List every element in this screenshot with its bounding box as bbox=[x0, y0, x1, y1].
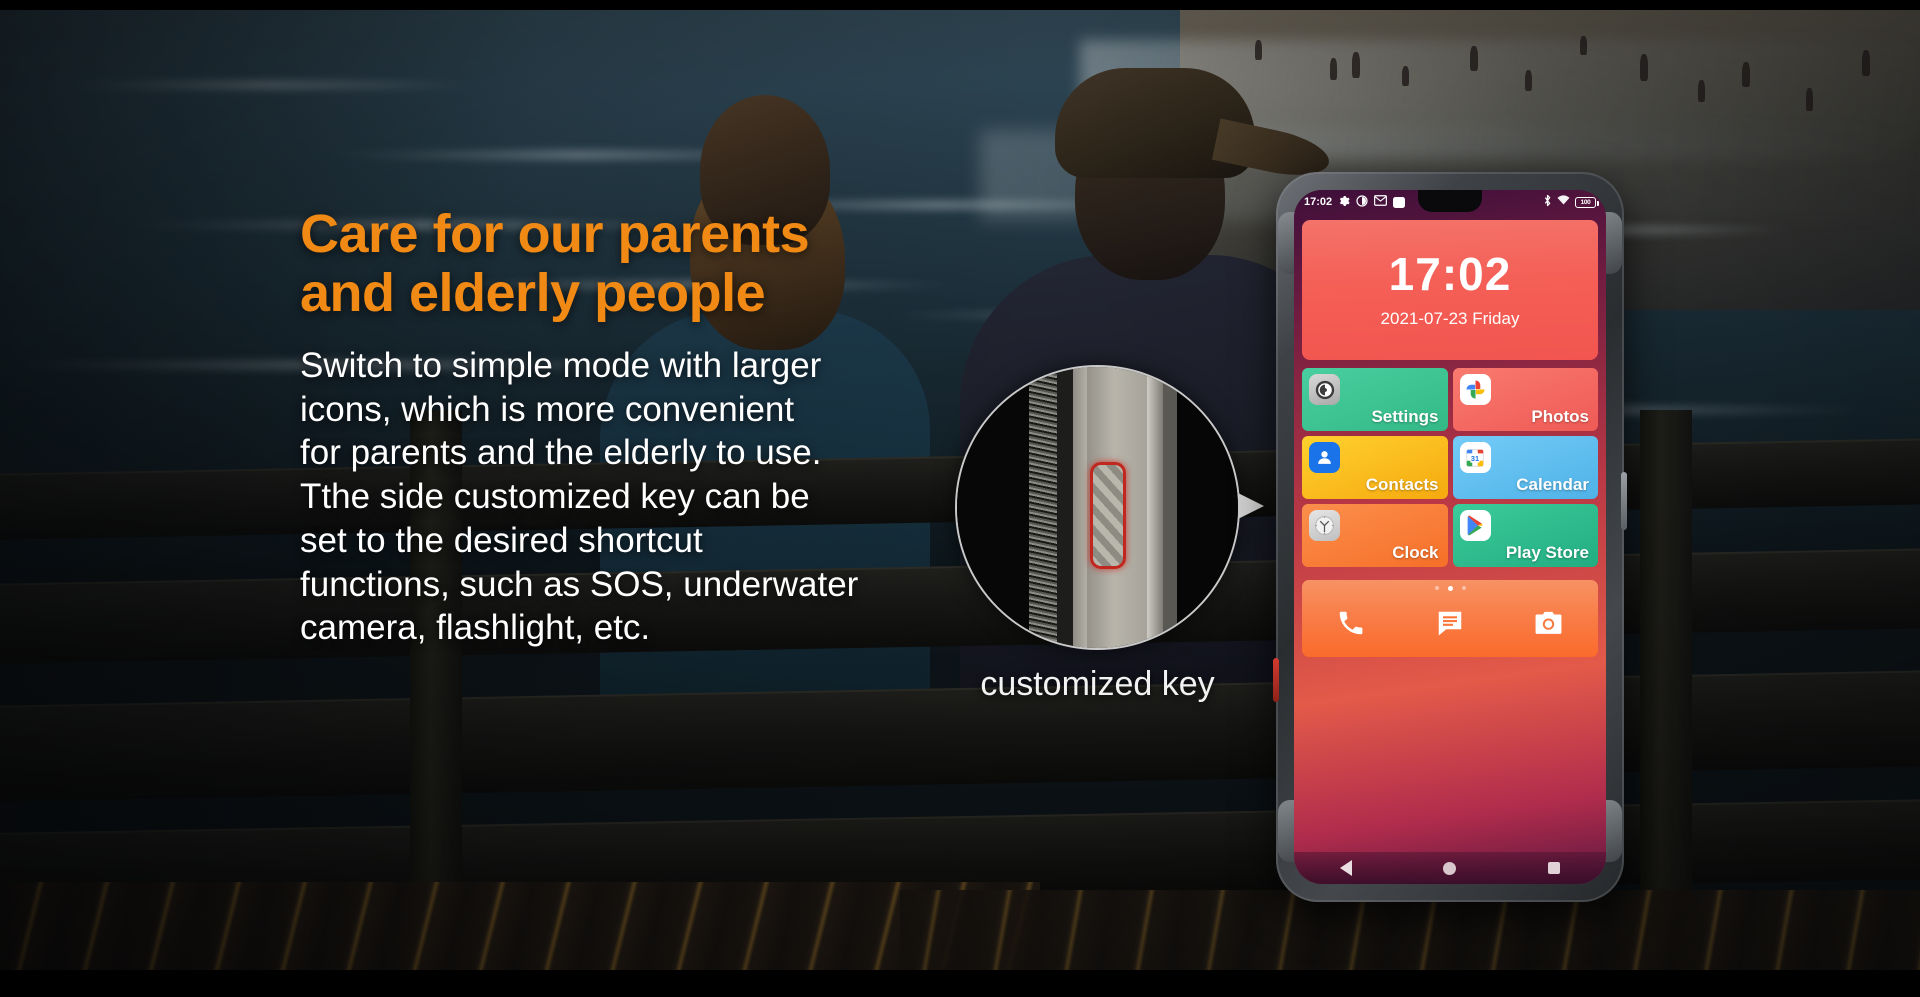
body-paragraph: Switch to simple mode with larger icons,… bbox=[300, 344, 940, 650]
phone-customized-key-button[interactable] bbox=[1273, 658, 1279, 702]
distant-person bbox=[1698, 80, 1705, 102]
status-bar-left: 17:02 bbox=[1304, 194, 1406, 210]
app-tile-label: Clock bbox=[1392, 543, 1439, 562]
wifi-icon bbox=[1557, 195, 1570, 209]
body-line: set to the desired shortcut bbox=[300, 520, 703, 560]
page-dot[interactable] bbox=[1434, 586, 1439, 590]
clock-widget-time: 17:02 bbox=[1388, 248, 1512, 300]
mail-icon bbox=[1374, 195, 1388, 209]
dock-icon-row bbox=[1302, 598, 1598, 648]
status-bar: 17:02 100 bbox=[1294, 190, 1606, 214]
distant-person bbox=[1742, 62, 1750, 87]
app-tile-contacts[interactable]: Contacts bbox=[1302, 436, 1448, 499]
letterbox-bottom bbox=[0, 970, 1920, 997]
distant-person bbox=[1862, 50, 1870, 76]
google-calendar-icon: 31 bbox=[1459, 442, 1491, 473]
phone-grip-texture bbox=[1029, 367, 1057, 648]
app-tile-settings[interactable]: Settings bbox=[1302, 368, 1448, 431]
distant-person bbox=[1806, 88, 1813, 111]
magnifier-bg-dark-right bbox=[1177, 367, 1238, 648]
magnifier-callout: customized key bbox=[955, 365, 1264, 703]
headline-line-1: Care for our parents bbox=[300, 204, 810, 264]
analog-clock-icon bbox=[1309, 510, 1340, 541]
google-play-icon bbox=[1459, 510, 1491, 541]
magnifier-caption: customized key bbox=[980, 665, 1215, 703]
brightness-icon bbox=[1356, 194, 1368, 210]
app-tile-label: Contacts bbox=[1365, 475, 1439, 494]
app-tile-play-store[interactable]: Play Store bbox=[1452, 504, 1598, 567]
phone-frame-rear bbox=[1163, 367, 1177, 648]
phone-power-button[interactable] bbox=[1621, 472, 1627, 530]
headline-line-2: and elderly people bbox=[300, 263, 766, 324]
page-dot-active[interactable] bbox=[1447, 586, 1453, 591]
distant-person bbox=[1352, 52, 1360, 78]
contacts-person-icon bbox=[1309, 442, 1340, 473]
messages-icon[interactable] bbox=[1430, 603, 1470, 643]
bluetooth-icon bbox=[1543, 194, 1552, 210]
phone-frame-bevel bbox=[1073, 367, 1087, 648]
app-tile-label: Settings bbox=[1371, 407, 1439, 426]
settings-gear-icon bbox=[1309, 374, 1340, 405]
clock-widget-date: 2021-07-23 Friday bbox=[1380, 309, 1520, 328]
letterbox-top bbox=[0, 0, 1920, 10]
phone-device: 17:02 100 17:02 2021-07-23 Friday Settin… bbox=[1273, 172, 1627, 902]
app-tile-clock[interactable]: Clock bbox=[1302, 504, 1448, 567]
body-line: Switch to simple mode with larger bbox=[300, 345, 822, 385]
distant-person bbox=[1470, 46, 1478, 71]
page-dot[interactable] bbox=[1461, 586, 1466, 590]
page-title: Care for our parents and elderly people bbox=[300, 204, 940, 324]
home-icon[interactable] bbox=[1443, 861, 1457, 875]
status-bar-time: 17:02 bbox=[1304, 196, 1333, 208]
clock-widget[interactable]: 17:02 2021-07-23 Friday bbox=[1302, 220, 1598, 360]
back-icon[interactable] bbox=[1339, 860, 1352, 876]
app-tile-photos[interactable]: Photos bbox=[1452, 368, 1598, 431]
app-square-icon bbox=[1393, 196, 1406, 208]
distant-person bbox=[1330, 58, 1337, 80]
distant-person bbox=[1255, 40, 1262, 60]
android-nav-bar bbox=[1294, 852, 1606, 884]
magnifier-circle bbox=[955, 365, 1240, 650]
body-line: for parents and the elderly to use. bbox=[300, 433, 822, 473]
distant-person bbox=[1402, 66, 1409, 86]
body-line: camera, flashlight, etc. bbox=[300, 608, 651, 648]
google-photos-icon bbox=[1459, 374, 1491, 405]
railing-post bbox=[1640, 410, 1692, 970]
wave-line bbox=[60, 80, 480, 90]
app-tile-label: Calendar bbox=[1516, 475, 1589, 494]
body-line: Tthe side customized key can be bbox=[300, 477, 810, 517]
distant-person bbox=[1640, 54, 1648, 81]
distant-person bbox=[1580, 36, 1587, 55]
magnifier-pointer-icon bbox=[1238, 493, 1264, 519]
phone-frame-gap bbox=[1057, 367, 1073, 648]
svg-text:31: 31 bbox=[1471, 453, 1479, 462]
app-tile-calendar[interactable]: 31 Calendar bbox=[1452, 436, 1598, 499]
phone-icon[interactable] bbox=[1331, 603, 1371, 643]
phone-screen: 17:02 100 17:02 2021-07-23 Friday Settin… bbox=[1294, 190, 1606, 884]
recents-icon[interactable] bbox=[1548, 862, 1561, 874]
deck-planks-right bbox=[900, 890, 1920, 970]
body-line: functions, such as SOS, underwater bbox=[300, 564, 859, 604]
customized-key-highlight[interactable] bbox=[1090, 462, 1126, 569]
marketing-copy: Care for our parents and elderly people … bbox=[300, 204, 940, 650]
gear-icon bbox=[1338, 195, 1350, 210]
deck-planks-left bbox=[0, 882, 1040, 970]
app-tile-grid: Settings Photos Contacts 31 Calendar Clo… bbox=[1302, 368, 1598, 567]
app-tile-label: Photos bbox=[1531, 407, 1589, 426]
status-bar-right: 100 bbox=[1543, 194, 1599, 210]
magnifier-bg-dark bbox=[957, 367, 1029, 648]
phone-frame-edge bbox=[1147, 367, 1163, 648]
app-dock bbox=[1302, 580, 1598, 657]
battery-icon: 100 bbox=[1575, 196, 1599, 208]
page-indicator-dots bbox=[1302, 586, 1598, 591]
body-line: icons, which is more convenient bbox=[300, 389, 795, 429]
camera-icon[interactable] bbox=[1529, 603, 1569, 643]
distant-person bbox=[1525, 70, 1532, 91]
app-tile-label: Play Store bbox=[1505, 543, 1589, 562]
